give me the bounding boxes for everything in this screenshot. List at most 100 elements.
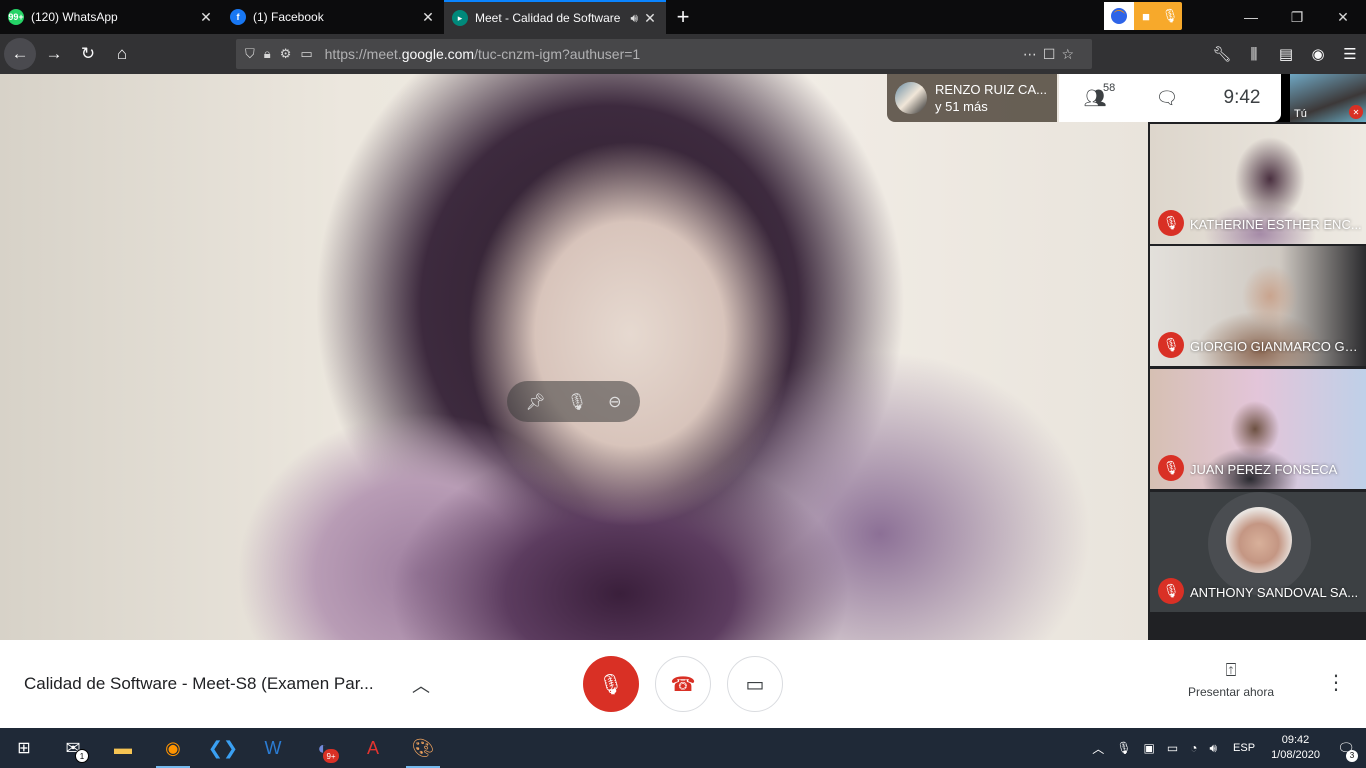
forward-button[interactable]: → — [38, 38, 70, 70]
whatsapp-icon: 99+ — [8, 9, 24, 25]
mic-off-icon: 🎙︎ — [1158, 332, 1184, 358]
url-text[interactable]: https://meet.google.com/tuc-cnzm-igm?aut… — [325, 46, 1023, 62]
meet-icon: ▸ — [452, 10, 468, 26]
participant-name: JUAN PEREZ FONSECA — [1190, 462, 1338, 477]
tab-whatsapp[interactable]: 99+ (120) WhatsApp ✕ — [0, 0, 222, 34]
discord-icon[interactable]: ◐ 9+ — [298, 728, 348, 768]
participant-tile[interactable]: 🎙︎ KATHERINE ESTHER ENC... — [1150, 124, 1366, 244]
present-now-button[interactable]: ⍐ Presentar ahora — [1176, 660, 1286, 699]
chat-button[interactable]: 🗨︎ — [1131, 88, 1203, 109]
close-window-icon[interactable]: ✕ — [1320, 0, 1366, 34]
sharing-indicator[interactable]: ■ 🎙︎ — [1104, 2, 1182, 30]
notifications-icon[interactable]: 🗨︎ 3 — [1326, 740, 1366, 762]
participant-tile[interactable]: 🎙︎ ANTHONY SANDOVAL SA... — [1150, 492, 1366, 612]
presenter-name: RENZO RUIZ CA... — [935, 82, 1047, 97]
word-icon[interactable]: W — [248, 728, 298, 768]
discord-badge: 9+ — [323, 749, 339, 763]
file-explorer-icon[interactable]: ▬ — [98, 728, 148, 768]
meeting-title[interactable]: Calidad de Software - Meet-S8 (Examen Pa… — [24, 674, 374, 694]
device-icon[interactable]: ▣ — [1144, 741, 1155, 755]
tile-hover-controls: 📌︎ 🎙︎ ⊖ — [507, 381, 640, 422]
microphone-icon: 🎙︎ — [1161, 8, 1179, 23]
mail-badge: 1 — [75, 749, 89, 763]
clock-time: 09:42 — [1281, 734, 1310, 746]
speaker-icon[interactable]: 🔊︎ — [630, 11, 638, 26]
close-icon[interactable]: ✕ — [420, 9, 436, 26]
lock-icon[interactable]: 🔒︎ — [264, 46, 271, 62]
tab-title: Meet - Calidad de Software — [475, 11, 621, 25]
firefox-taskbar-icon[interactable]: ◉ — [148, 728, 198, 768]
home-button[interactable]: ⌂ — [106, 38, 138, 70]
meeting-clock: 9:42 — [1223, 87, 1261, 108]
library-icon[interactable]: ⫼ — [1238, 46, 1270, 63]
wifi-icon[interactable]: ◔ — [1190, 741, 1197, 755]
notification-count: 3 — [1346, 749, 1358, 762]
restore-icon[interactable]: ❐ — [1274, 0, 1320, 34]
os-taskbar: ⊞ ✉ 1 ▬ ◉ ❮❯ W ◐ 9+ A 🎨︎ ︿ 🎙︎ ▣ ▭ ◔ 🔊︎ ESP… — [0, 728, 1366, 768]
mic-off-icon: ✕ — [1349, 105, 1363, 119]
microphone-icon[interactable]: 🎙︎ — [1116, 741, 1131, 755]
remove-icon[interactable]: ⊖ — [608, 392, 621, 412]
windows-start-icon[interactable]: ⊞ — [0, 728, 48, 768]
system-clock[interactable]: 09:42 1/08/2020 — [1271, 733, 1320, 763]
toolbar-right: 🔧︎ ⫼ ▤ ◉ ☰ — [1206, 34, 1366, 74]
language-indicator[interactable]: ESP — [1233, 742, 1255, 754]
participant-name: KATHERINE ESTHER ENC... — [1190, 217, 1362, 232]
permissions-icon[interactable]: ⚙ — [280, 46, 292, 62]
mic-toggle-button[interactable]: 🎙︎ — [583, 656, 639, 712]
mic-off-icon: 🎙︎ — [598, 673, 624, 696]
chevron-up-icon[interactable]: ︿ — [412, 672, 430, 698]
participant-tile[interactable]: 🎙︎ JUAN PEREZ FONSECA — [1150, 369, 1366, 489]
volume-icon[interactable]: 🔊︎ — [1209, 741, 1217, 756]
mute-participant-icon[interactable]: 🎙︎ — [567, 392, 587, 412]
tab-title: (1) Facebook — [253, 10, 324, 24]
participant-tile[interactable]: 🎙︎ GIORGIO GIANMARCO GA... — [1150, 246, 1366, 366]
minimize-icon[interactable]: — — [1228, 0, 1274, 34]
chat-icon: 🗨︎ — [1155, 87, 1179, 108]
new-tab-button[interactable]: + — [666, 0, 700, 34]
pin-icon[interactable]: 📌︎ — [525, 392, 545, 412]
reader-icon[interactable]: ▭ — [300, 46, 312, 62]
mic-off-icon: 🎙︎ — [1158, 210, 1184, 236]
avatar — [1226, 507, 1292, 573]
close-icon[interactable]: ✕ — [642, 10, 658, 27]
tab-facebook[interactable]: f (1) Facebook ✕ — [222, 0, 444, 34]
reload-button[interactable]: ↻ — [72, 38, 104, 70]
acrobat-icon[interactable]: A — [348, 728, 398, 768]
page-actions[interactable]: ⋯☐☆ — [1023, 46, 1080, 63]
people-button[interactable]: 👥︎ 58 — [1059, 82, 1131, 109]
sidebar-icon[interactable]: ▤ — [1270, 45, 1302, 63]
account-icon[interactable]: ◉ — [1302, 45, 1334, 63]
self-label: Tú — [1294, 108, 1307, 120]
browser-tab-bar: 99+ (120) WhatsApp ✕ f (1) Facebook ✕ ▸ … — [0, 0, 1366, 34]
address-bar[interactable]: ⛉ 🔒︎ ⚙ ▭ https://meet.google.com/tuc-cnz… — [236, 39, 1092, 69]
firefox-icon — [1104, 2, 1134, 30]
wrench-icon[interactable]: 🔧︎ — [1206, 45, 1238, 63]
main-video[interactable]: 📌︎ 🎙︎ ⊖ — [0, 74, 1148, 640]
chevron-up-icon[interactable]: ︿ — [1092, 740, 1104, 757]
participant-name: GIORGIO GIANMARCO GA... — [1190, 339, 1362, 354]
hang-up-button[interactable]: ☎︎ — [655, 656, 711, 712]
paint-icon[interactable]: 🎨︎ — [398, 728, 448, 768]
battery-icon[interactable]: ▭ — [1167, 741, 1178, 755]
back-button[interactable]: ← — [4, 38, 36, 70]
mail-app-icon[interactable]: ✉ 1 — [48, 728, 98, 768]
participant-name: ANTHONY SANDOVAL SA... — [1190, 585, 1359, 600]
close-icon[interactable]: ✕ — [198, 9, 214, 26]
phone-icon: ☎︎ — [670, 673, 696, 696]
camera-toggle-button[interactable]: ▭ — [727, 656, 783, 712]
navigation-bar: ← → ↻ ⌂ ⛉ 🔒︎ ⚙ ▭ https://meet.google.com… — [0, 34, 1366, 74]
shield-icon[interactable]: ⛉ — [245, 46, 255, 62]
window-controls: — ❐ ✕ — [1228, 0, 1366, 34]
meeting-control-bar: Calidad de Software - Meet-S8 (Examen Pa… — [0, 640, 1366, 728]
tab-meet[interactable]: ▸ Meet - Calidad de Software 🔊︎ ✕ — [444, 0, 666, 34]
menu-icon[interactable]: ☰ — [1334, 45, 1366, 63]
present-label: Presentar ahora — [1187, 685, 1275, 699]
presenter-more: y 51 más — [935, 99, 988, 114]
self-view[interactable]: Tú ✕ — [1290, 74, 1366, 122]
presenter-info: RENZO RUIZ CA... y 51 más — [887, 74, 1057, 122]
camera-icon: ■ — [1142, 8, 1150, 24]
avatar — [895, 82, 927, 114]
more-options-icon[interactable]: ⋮ — [1326, 670, 1346, 695]
vscode-icon[interactable]: ❮❯ — [198, 728, 248, 768]
